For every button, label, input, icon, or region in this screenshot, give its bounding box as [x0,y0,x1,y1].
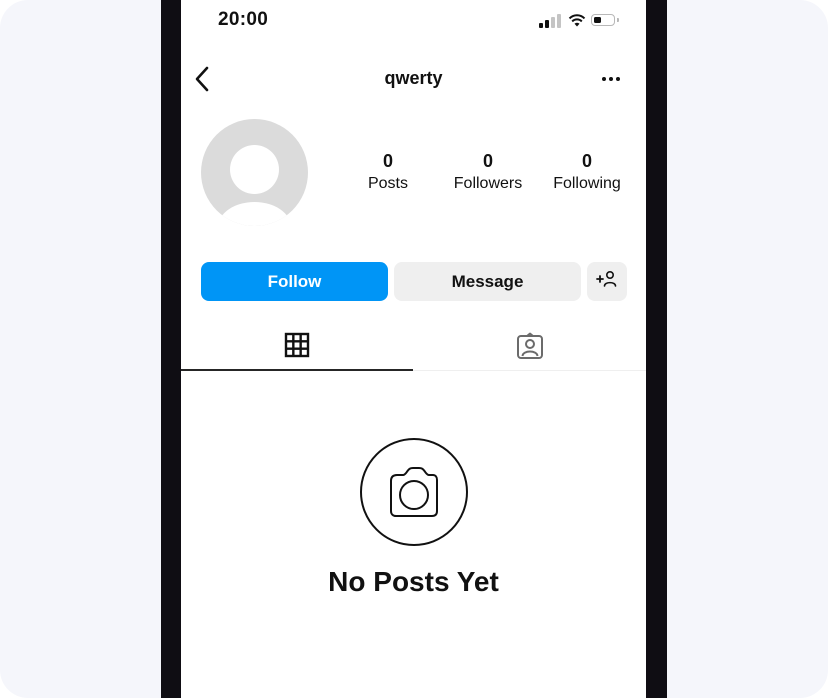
stat-posts-value: 0 [382,151,393,171]
wifi-icon [568,14,586,27]
more-options-button[interactable] [599,70,623,86]
tab-posts-grid[interactable] [181,322,413,371]
ellipsis-icon [602,77,620,81]
stat-following[interactable]: 0 Following [537,150,637,195]
canvas-background: 20:00 qwerty 0 Posts 0 Followers 0 Follo… [0,0,828,698]
battery-icon [591,14,615,26]
empty-state-title: No Posts Yet [328,566,499,597]
default-avatar-icon [230,145,279,194]
stat-following-value: 0 [581,151,592,171]
suggest-users-button[interactable] [587,262,627,301]
profile-tabs [181,322,646,371]
camera-icon [360,438,468,546]
phone-screen: 20:00 qwerty 0 Posts 0 Followers 0 Follo… [181,0,646,698]
avatar[interactable] [201,119,308,226]
stat-followers[interactable]: 0 Followers [438,150,538,195]
cellular-signal-icon [539,14,563,28]
message-button[interactable]: Message [394,262,581,301]
add-user-icon [596,270,617,287]
status-icons [539,12,629,30]
stat-posts[interactable]: 0 Posts [338,150,438,195]
phone-bezel-left [161,0,181,698]
stat-posts-label: Posts [367,175,408,192]
default-avatar-body [218,202,291,226]
tagged-user-icon [516,332,543,359]
battery-level [593,16,601,23]
phone-bezel-right [646,0,667,698]
stat-following-label: Following [553,175,621,192]
battery-tip [617,18,619,22]
grid-icon [284,332,310,358]
tab-tagged[interactable] [413,322,646,371]
profile-username-title: qwerty [384,68,443,88]
status-time: 20:00 [218,9,269,30]
stat-followers-label: Followers [453,175,523,192]
follow-button[interactable]: Follow [201,262,388,301]
stat-followers-value: 0 [482,151,493,171]
